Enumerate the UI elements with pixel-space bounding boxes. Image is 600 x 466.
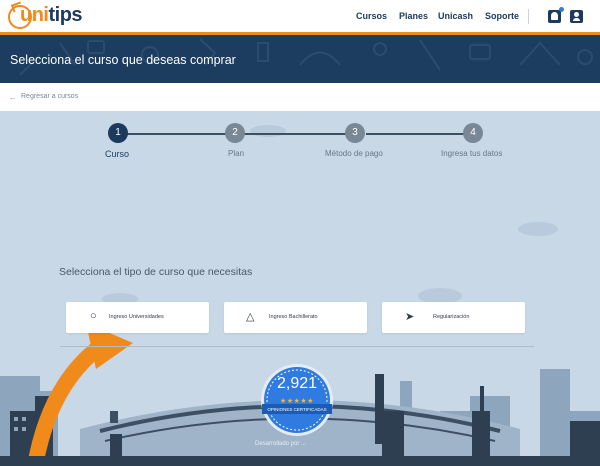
course-type-heading: Selecciona el tipo de curso que necesita…: [59, 266, 253, 278]
unitips-logo[interactable]: unitips: [8, 3, 94, 31]
top-navbar: unitips Cursos Planes Unicash Soporte: [0, 0, 600, 33]
page-title: Selecciona el curso que deseas comprar: [10, 53, 236, 67]
nav-divider: [528, 9, 529, 24]
step-connector: [366, 133, 474, 135]
course-option-label: Ingreso Bachillerato: [269, 314, 318, 320]
bell-icon[interactable]: [548, 7, 564, 23]
step-2-label: Plan: [228, 149, 245, 158]
user-icon[interactable]: [570, 10, 583, 23]
nav-soporte[interactable]: Soporte: [485, 11, 519, 21]
reviews-badge[interactable]: 2,921 ★★★★★ OPINIONES CERTIFICADAS: [260, 363, 334, 437]
review-label: OPINIONES CERTIFICADAS: [267, 407, 327, 412]
step-connector: [244, 133, 356, 135]
nav-planes[interactable]: Planes: [399, 11, 428, 21]
apple-icon: ○: [90, 310, 97, 322]
step-1-indicator: 1: [108, 123, 128, 143]
step-2-indicator: 2: [225, 123, 245, 143]
review-count: 2,921: [276, 375, 318, 392]
back-to-courses-link[interactable]: Regresar a cursos: [21, 93, 78, 100]
arrow-left-icon[interactable]: ←: [9, 93, 17, 102]
step-1-label: Curso: [105, 149, 130, 159]
checkout-main: 1 2 3 4 Curso Plan Método de pago Ingres…: [0, 111, 600, 466]
nav-cursos[interactable]: Cursos: [356, 11, 387, 21]
logo-text: unitips: [20, 4, 83, 26]
course-option-label: Regularización: [433, 314, 470, 320]
course-option-label: Ingreso Universidades: [109, 314, 164, 320]
section-divider: [60, 346, 534, 347]
page-banner: Selecciona el curso que deseas comprar: [0, 35, 600, 83]
course-option-regularizacion[interactable]: ➤ Regularización: [382, 302, 525, 333]
rating-stars: ★★★★★: [280, 398, 314, 405]
breadcrumb: ← Regresar a cursos: [0, 83, 600, 111]
developed-by-note: Desarrollado por ...: [255, 441, 307, 447]
nav-unicash[interactable]: Unicash: [438, 11, 473, 21]
step-4-indicator: 4: [463, 123, 483, 143]
rocket-icon: ➤: [405, 311, 415, 323]
course-option-universidades[interactable]: ○ Ingreso Universidades: [66, 302, 209, 333]
course-option-bachillerato[interactable]: △ Ingreso Bachillerato: [224, 302, 367, 333]
step-3-indicator: 3: [345, 123, 365, 143]
step-3-label: Método de pago: [325, 149, 383, 158]
step-connector: [118, 133, 234, 135]
step-4-label: Ingresa tus datos: [441, 149, 503, 158]
graduation-cap-icon: △: [246, 311, 255, 323]
